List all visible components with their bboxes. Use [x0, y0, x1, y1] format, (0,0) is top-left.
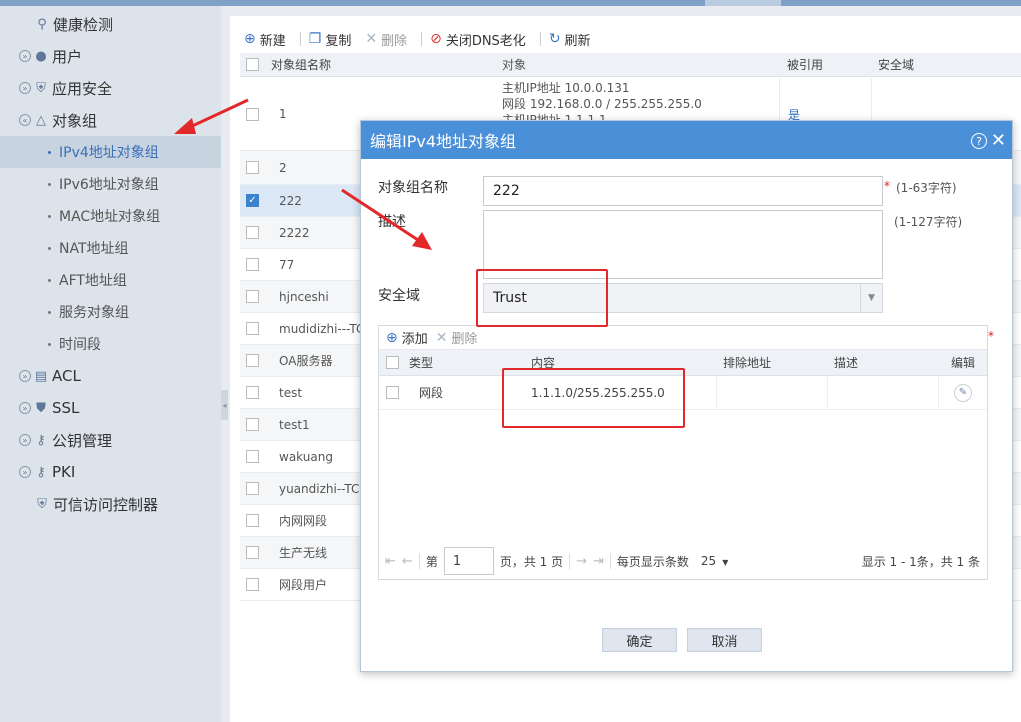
- annotation-arrows: [174, 98, 432, 250]
- arrow-to-description: [341, 188, 432, 250]
- arrow-to-sidebar: [174, 98, 249, 134]
